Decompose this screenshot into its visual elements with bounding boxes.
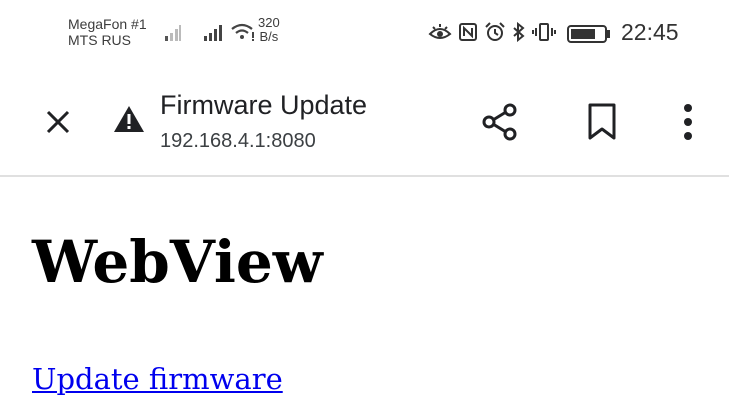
more-vert-icon	[684, 104, 692, 140]
browser-toolbar: Firmware Update 192.168.4.1:8080	[0, 62, 729, 177]
share-icon	[482, 103, 517, 141]
carrier-info: MegaFon #1 MTS RUS	[68, 16, 147, 48]
page-title: Firmware Update	[160, 90, 368, 120]
share-button[interactable]	[480, 102, 520, 147]
close-button[interactable]	[40, 104, 76, 140]
bookmark-icon	[588, 103, 616, 140]
signal-strong-icon	[204, 25, 222, 41]
overflow-menu-button[interactable]	[678, 100, 698, 149]
eye-icon	[428, 24, 452, 39]
signal-weak-icon	[165, 25, 181, 41]
wifi-icon	[231, 23, 254, 41]
vibrate-icon	[532, 23, 556, 41]
network-speed: 320 B/s	[258, 16, 280, 44]
status-icons	[428, 22, 556, 42]
bookmark-button[interactable]	[586, 102, 618, 147]
alarm-icon	[485, 22, 505, 41]
battery-icon	[567, 25, 610, 43]
speed-value: 320	[258, 15, 280, 30]
status-bar: MegaFon #1 MTS RUS 320 B/s 22:45	[0, 0, 729, 62]
carrier-2: MTS RUS	[68, 32, 131, 48]
speed-unit: B/s	[259, 29, 279, 44]
warning-icon[interactable]	[112, 104, 146, 134]
bluetooth-icon	[513, 22, 525, 42]
carrier-1: MegaFon #1	[68, 16, 147, 32]
page-url: 192.168.4.1:8080	[160, 130, 316, 152]
nfc-icon	[459, 23, 477, 41]
close-icon	[46, 110, 70, 134]
page-heading: WebView	[32, 228, 323, 296]
clock: 22:45	[621, 19, 679, 45]
update-firmware-link[interactable]: Update firmware	[32, 362, 283, 396]
